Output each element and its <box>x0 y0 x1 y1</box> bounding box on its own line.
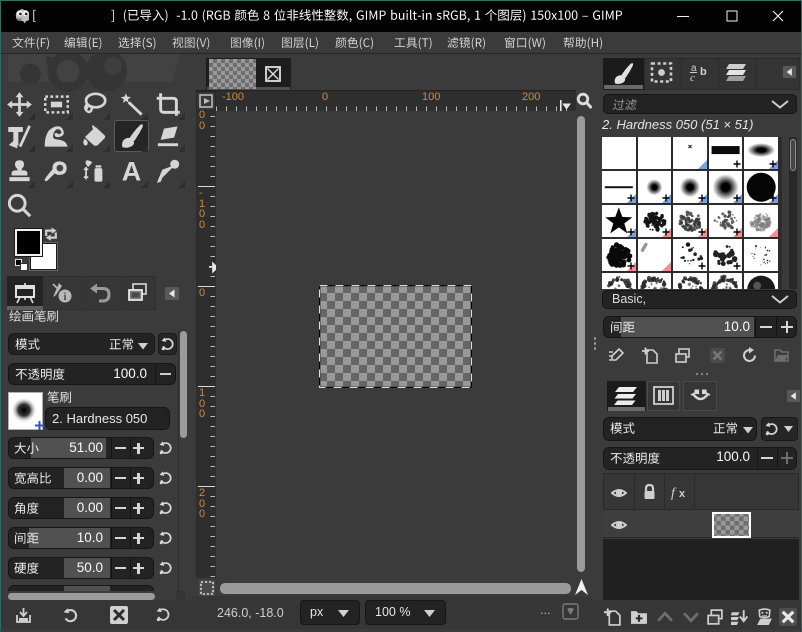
svg-text:c: c <box>690 72 695 83</box>
svg-text:A: A <box>122 158 142 185</box>
svg-text:x: x <box>679 488 686 500</box>
svg-text:f: f <box>671 486 677 500</box>
svg-text:i: i <box>64 292 67 303</box>
svg-text:b: b <box>700 66 707 78</box>
